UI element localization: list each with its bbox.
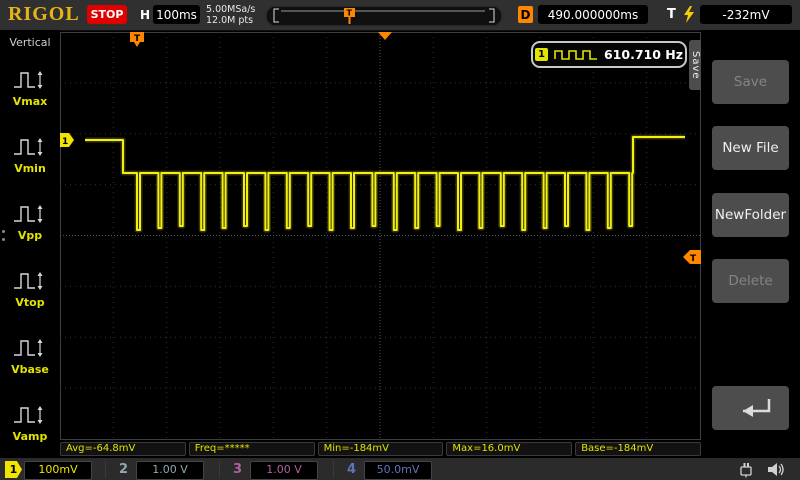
frequency-counter-channel: 1 [535,48,548,61]
waveform-plot: 1 T T [60,32,701,440]
sample-rate: 5.00MSa/s [206,4,255,15]
sidebar-item-label: Vpp [18,229,42,242]
trigger-level-marker[interactable]: T [683,250,701,264]
sidebar-item-label: Vmin [14,162,46,175]
top-status-bar: RIGOL STOP H 100ms 5.00MSa/s 12.0M pts T… [0,0,800,31]
run-state-badge: STOP [87,5,127,24]
measurement-min: Min=-184mV [318,442,444,456]
frequency-counter: 1 610.710 Hz [531,41,687,68]
delay-badge: D [518,6,533,23]
sidebar-item-label: Vamp [13,430,48,443]
oscilloscope-screen: RIGOL STOP H 100ms 5.00MSa/s 12.0M pts T… [0,0,800,480]
vbase-icon [12,336,48,360]
brand-logo: RIGOL [8,3,80,26]
new-file-button[interactable]: New File [712,126,789,170]
sidebar-item-label: Vbase [11,363,49,376]
usb-icon [737,461,755,478]
return-arrow-icon [723,393,779,423]
vmax-icon [12,68,48,92]
sidebar-item-label: Vtop [15,296,44,309]
menu-page-dots [2,230,5,241]
sidebar-item-vbase[interactable]: Vbase [0,322,60,389]
measurement-max: Max=16.0mV [446,442,572,456]
acquisition-readout: 5.00MSa/s 12.0M pts [206,4,255,26]
back-button[interactable] [712,386,789,430]
channel1-level-marker[interactable]: 1 [60,133,74,147]
sidebar-item-label: Vmax [13,95,48,108]
svg-text:1: 1 [62,137,68,147]
trigger-position-flag[interactable]: T [130,32,144,47]
trigger-label: T [667,7,676,22]
svg-text:T: T [134,34,141,44]
separator [333,461,334,478]
frequency-counter-value: 610.710 Hz [604,47,683,62]
speaker-icon [766,460,786,479]
channel1-scale[interactable]: 100mV [24,461,92,480]
channel3-scale[interactable]: 1.00 V [250,461,318,480]
channel-status-bar: 1 100mV 2 1.00 V 3 1.00 V 4 50.0mV [0,457,800,480]
channel4-scale[interactable]: 50.0mV [364,461,432,480]
trigger-level-readout: -232mV [700,5,792,24]
memory-waveform-icon: T [267,7,501,25]
graticule-grid [60,32,701,440]
trigger-type-icon [681,5,697,24]
sidebar-title: Vertical [0,36,60,49]
vmin-icon [12,135,48,159]
trigger-position-letter: T [347,9,353,18]
save-button[interactable]: Save [712,60,789,104]
delay-readout: 490.000000ms [538,5,648,24]
vpp-icon [12,202,48,226]
svg-text:T: T [690,254,697,264]
measurement-avg: Avg=-64.8mV [60,442,186,456]
sidebar-item-vtop[interactable]: Vtop [0,255,60,322]
delete-button[interactable]: Delete [712,259,789,303]
measurement-base: Base=-184mV [575,442,701,456]
channel3-badge[interactable]: 3 [233,461,242,478]
horizontal-label: H [140,8,150,22]
channel1-trace-glow [85,137,685,230]
sidebar-item-vpp[interactable]: Vpp [0,188,60,255]
channel4-badge[interactable]: 4 [347,461,356,478]
separator [105,461,106,478]
memory-position-bar: T [266,6,502,26]
measure-sidebar: Vertical Vmax Vmin Vpp Vtop Vbase [0,30,60,457]
channel1-trace [85,137,685,230]
timebase-readout: 100ms [153,5,200,24]
vamp-icon [12,403,48,427]
sidebar-item-vmax[interactable]: Vmax [0,54,60,121]
window-bracket-right [489,9,494,22]
softkey-menu: Save New File NewFolder Delete [701,30,800,457]
window-bracket-left [274,9,279,22]
channel1-badge[interactable]: 1 [5,461,22,478]
sidebar-item-vmin[interactable]: Vmin [0,121,60,188]
waveform-display: 1 T T 1 610.710 Hz [60,32,701,440]
channel2-badge[interactable]: 2 [119,461,128,478]
measurement-freq: Freq=***** [189,442,315,456]
memory-depth: 12.0M pts [206,15,255,26]
separator [219,461,220,478]
channel2-scale[interactable]: 1.00 V [136,461,204,480]
measurement-results-bar: Avg=-64.8mV Freq=***** Min=-184mV Max=16… [60,442,701,456]
new-folder-button[interactable]: NewFolder [712,193,789,237]
measure-item-list: Vmax Vmin Vpp Vtop Vbase Vamp [0,54,60,456]
sidebar-item-vamp[interactable]: Vamp [0,389,60,456]
square-wave-icon [554,49,598,61]
vtop-icon [12,269,48,293]
